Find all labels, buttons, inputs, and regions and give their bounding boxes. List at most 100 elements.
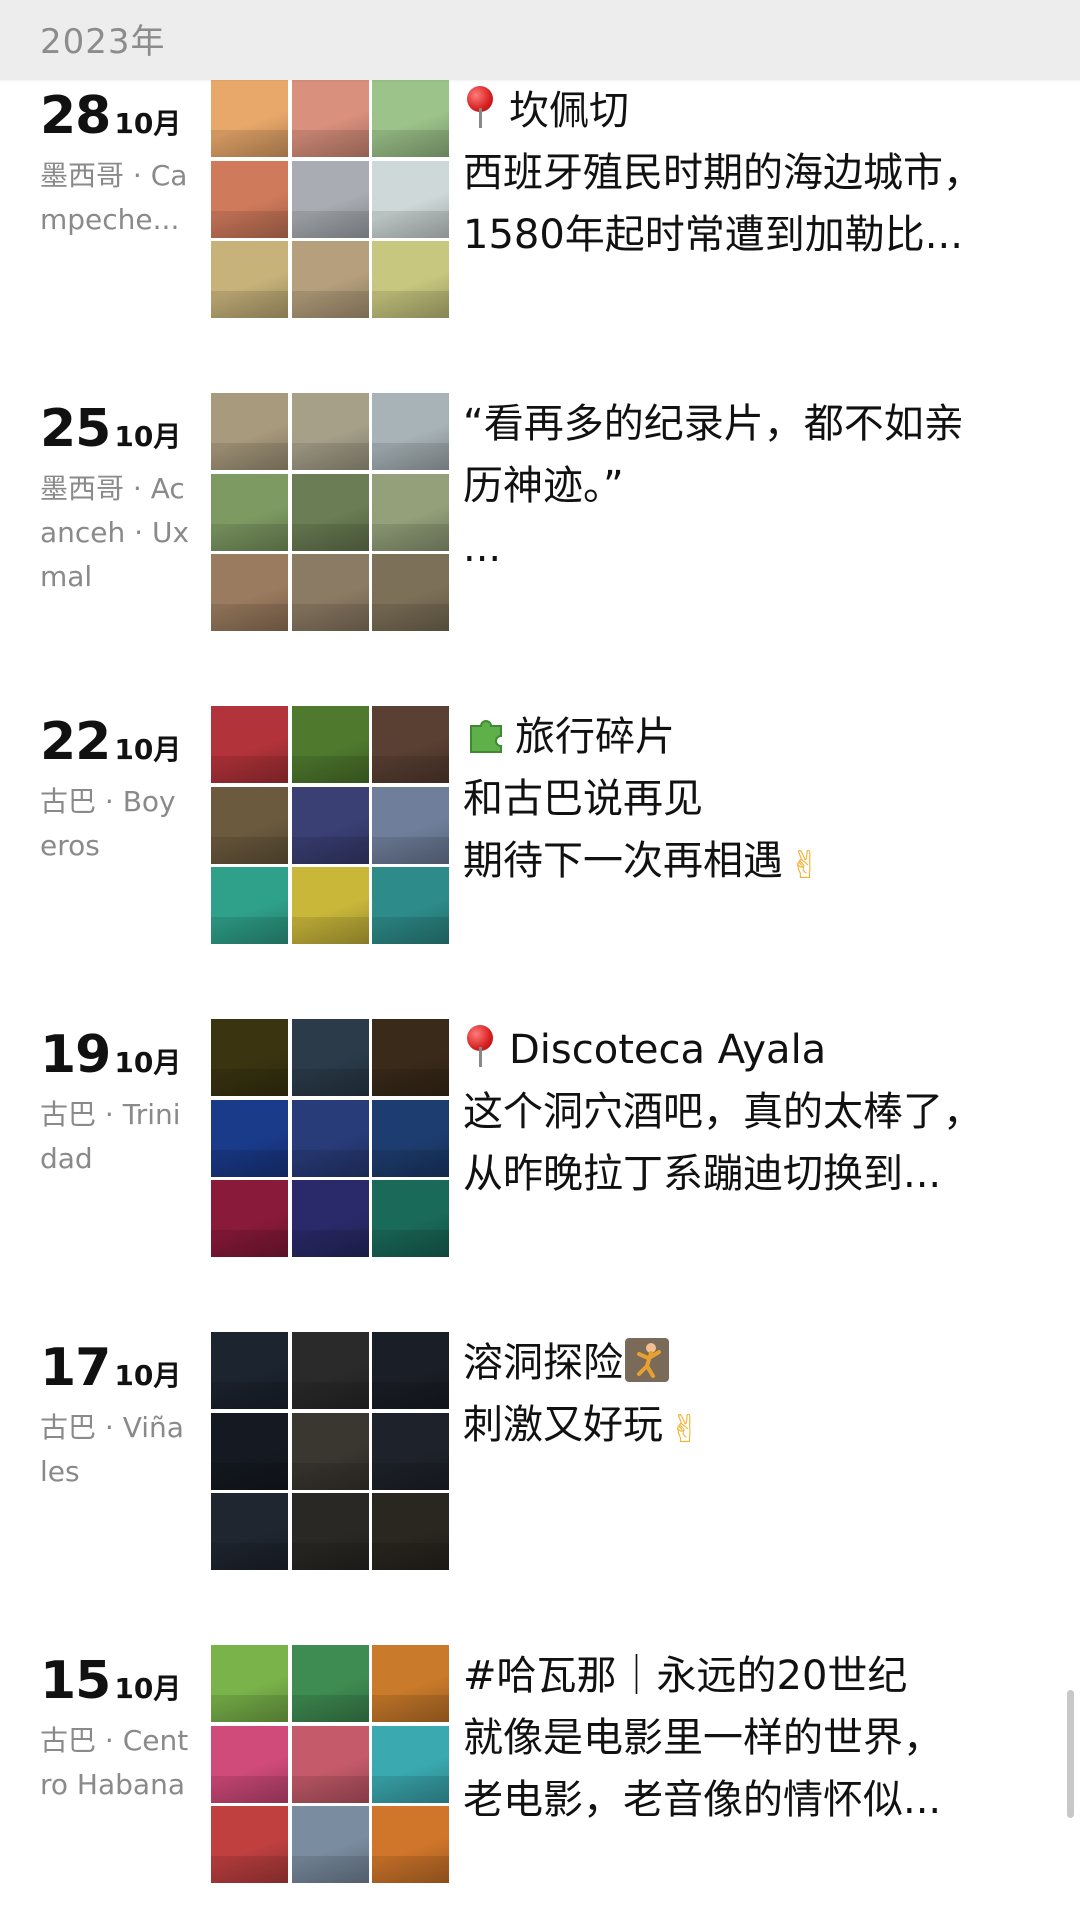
photo-thumbnail[interactable] [211,1412,288,1490]
photo-thumbnail[interactable] [211,1019,288,1096]
photo-thumbnail[interactable] [372,241,449,318]
photo-thumbnail[interactable] [211,241,288,318]
person-climbing-icon [625,1338,669,1382]
post-text[interactable]: #哈瓦那｜永远的20世纪 就像是电影里一样的世界， 老电影，老音像的情怀似... [463,1645,1023,1831]
post-text-line: 刺激又好玩 ✌ [463,1394,1023,1456]
post-text[interactable]: 坎佩切 西班牙殖民时期的海边城市， 1580年起时常遭到加勒比... [463,80,1023,266]
photo-grid[interactable] [211,706,449,944]
post-day: 19 [40,1025,111,1085]
photo-thumbnail[interactable] [372,1493,449,1570]
photo-thumbnail[interactable] [291,1806,369,1883]
photo-thumbnail[interactable] [372,867,449,944]
photo-thumbnail[interactable] [372,473,449,551]
post-text[interactable]: Discoteca Ayala 这个洞穴酒吧，真的太棒了， 从昨晚拉丁系蹦迪切换… [463,1019,1023,1205]
moments-feed: 28 10月 墨西哥 · Campeche... 坎佩切 西班牙殖民时期的海边城市… [0,0,1080,1916]
post-day: 25 [40,399,111,459]
photo-thumbnail[interactable] [372,160,449,238]
post-item[interactable]: 15 10月 古巴 · Centro Habana #哈瓦那｜永远的20世纪 就像… [0,1645,1080,1895]
photo-thumbnail[interactable] [372,1332,449,1409]
post-text-line: 1580年起时常遭到加勒比... [463,212,963,258]
photo-thumbnail[interactable] [291,393,369,470]
photo-thumbnail[interactable] [291,241,369,318]
photo-thumbnail[interactable] [372,80,449,157]
photo-thumbnail[interactable] [211,1332,288,1409]
photo-thumbnail[interactable] [211,80,288,157]
post-text-line: 这个洞穴酒吧，真的太棒了， [463,1089,983,1135]
photo-grid[interactable] [211,1332,449,1570]
puzzle-piece-icon [470,720,502,753]
photo-thumbnail[interactable] [291,1332,369,1409]
photo-thumbnail[interactable] [211,1725,288,1803]
photo-grid[interactable] [211,1645,449,1883]
photo-thumbnail[interactable] [211,554,288,631]
post-title: 旅行碎片 [515,714,675,760]
photo-thumbnail[interactable] [291,1493,369,1570]
photo-thumbnail[interactable] [291,473,369,551]
photo-thumbnail[interactable] [291,867,369,944]
post-date: 28 10月 [40,86,181,146]
post-text-line: 和古巴说再见 [463,776,703,822]
photo-thumbnail[interactable] [211,1180,288,1257]
scrollbar-thumb[interactable] [1067,1690,1074,1818]
post-day: 22 [40,712,111,772]
photo-thumbnail[interactable] [291,1412,369,1490]
photo-thumbnail[interactable] [372,1412,449,1490]
photo-thumbnail[interactable] [291,1019,369,1096]
post-item[interactable]: 22 10月 古巴 · Boyeros 旅行碎片 和古巴说再见 期待下一次再相遇 ✌ [0,706,1080,956]
photo-thumbnail[interactable] [211,1099,288,1177]
round-pushpin-icon [463,1023,497,1069]
photo-thumbnail[interactable] [372,786,449,864]
photo-thumbnail[interactable] [211,1493,288,1570]
post-text-line: 就像是电影里一样的世界， [463,1715,943,1761]
photo-thumbnail[interactable] [372,1725,449,1803]
photo-thumbnail[interactable] [211,473,288,551]
photo-thumbnail[interactable] [291,706,369,783]
photo-grid[interactable] [211,80,449,318]
photo-thumbnail[interactable] [211,867,288,944]
photo-thumbnail[interactable] [291,1180,369,1257]
post-item[interactable]: 25 10月 墨西哥 · Acanceh · Uxmal “看再多的纪录片，都不如… [0,393,1080,643]
photo-thumbnail[interactable] [372,1099,449,1177]
photo-thumbnail[interactable] [372,1180,449,1257]
post-item[interactable]: 19 10月 古巴 · Trinidad Discoteca Ayala 这个洞穴… [0,1019,1080,1269]
photo-thumbnail[interactable] [291,1645,369,1722]
photo-thumbnail[interactable] [372,706,449,783]
post-date: 17 10月 [40,1338,181,1398]
post-title: 坎佩切 [509,88,629,134]
post-month: 10月 [114,107,182,140]
post-item[interactable]: 17 10月 古巴 · Viñales 溶洞探险 刺激又好玩 ✌ [0,1332,1080,1582]
photo-thumbnail[interactable] [291,160,369,238]
year-label: 2023年 [40,22,166,62]
post-month: 10月 [114,1046,182,1079]
photo-thumbnail[interactable] [211,393,288,470]
post-location: 古巴 · Trinidad [40,1098,181,1175]
photo-thumbnail[interactable] [211,1645,288,1722]
photo-grid[interactable] [211,393,449,631]
post-text[interactable]: “看再多的纪录片，都不如亲 历神迹。” ... [463,393,1023,579]
photo-thumbnail[interactable] [291,554,369,631]
round-pushpin-icon [463,84,497,130]
photo-thumbnail[interactable] [211,1806,288,1883]
photo-thumbnail[interactable] [291,1725,369,1803]
photo-thumbnail[interactable] [372,1806,449,1883]
post-day: 17 [40,1338,111,1398]
post-text[interactable]: 旅行碎片 和古巴说再见 期待下一次再相遇 ✌ [463,706,1023,892]
photo-thumbnail[interactable] [372,393,449,470]
photo-thumbnail[interactable] [291,786,369,864]
post-text-line: 西班牙殖民时期的海边城市， [463,150,983,196]
post-text-line: ... [463,525,502,571]
photo-thumbnail[interactable] [372,1645,449,1722]
photo-thumbnail[interactable] [291,80,369,157]
photo-thumbnail[interactable] [211,786,288,864]
photo-thumbnail[interactable] [211,160,288,238]
post-item[interactable]: 28 10月 墨西哥 · Campeche... 坎佩切 西班牙殖民时期的海边城市… [0,80,1080,330]
photo-thumbnail[interactable] [211,706,288,783]
photo-thumbnail[interactable] [372,1019,449,1096]
photo-thumbnail[interactable] [372,554,449,631]
post-day: 28 [40,86,111,146]
post-title: Discoteca Ayala [509,1027,827,1073]
post-text[interactable]: 溶洞探险 刺激又好玩 ✌ [463,1332,1023,1456]
photo-thumbnail[interactable] [291,1099,369,1177]
photo-grid[interactable] [211,1019,449,1257]
victory-hand-icon: ✌ [669,1407,701,1451]
